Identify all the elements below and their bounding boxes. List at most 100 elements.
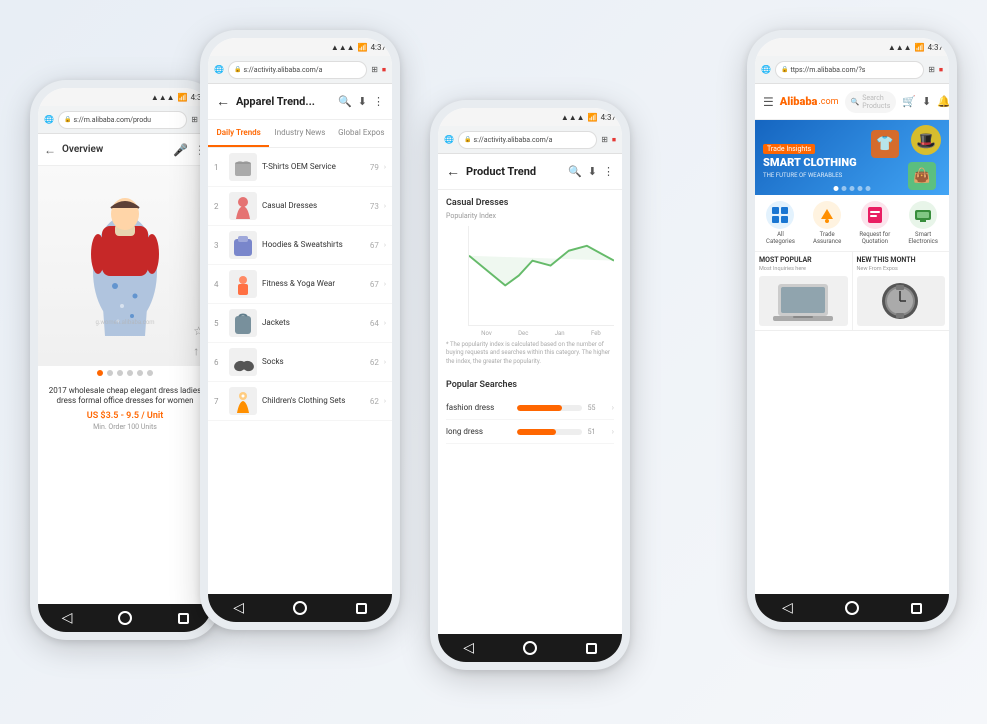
back-icon-1[interactable]: ← — [44, 143, 56, 157]
tab-icon-1[interactable]: ⊞ — [191, 115, 198, 124]
arrow-7: › — [384, 397, 386, 405]
search-placeholder: Search Products — [862, 94, 890, 110]
globe-icon-1: 🌐 — [44, 115, 54, 124]
trend-img-3 — [229, 231, 257, 259]
popular-sub: Most Inquiries here — [759, 266, 848, 272]
bdot-2 — [842, 186, 847, 191]
trend-item-7[interactable]: 7 Children's Clothing Sets 62 › — [208, 382, 392, 421]
pop-col-new: NEW THIS MONTH New From Expos — [853, 252, 950, 330]
url-field-1[interactable]: 🔒 s://m.alibaba.com/produ — [58, 111, 187, 129]
back-icon-3[interactable]: ← — [446, 163, 460, 180]
nav-recent-3[interactable] — [583, 640, 599, 656]
ali-search-bar[interactable]: 🔍 Search Products — [845, 91, 897, 113]
back-icon-2[interactable]: ← — [216, 93, 230, 110]
phone-product-detail: ▲▲▲ 📶 4:37 🌐 🔒 s://m.alibaba.com/produ ⊞… — [30, 80, 220, 640]
download-icon-2[interactable]: ⬇ — [358, 95, 367, 108]
nav-back-2[interactable]: ◁ — [231, 600, 247, 616]
cat-electronics[interactable]: SmartElectronics — [908, 201, 938, 245]
more-icon-3[interactable]: ⋮ — [603, 165, 614, 178]
mic-icon[interactable]: 🎤 — [173, 143, 188, 157]
bdot-1 — [834, 186, 839, 191]
tab-icon-4[interactable]: ⊞ — [928, 65, 935, 74]
arrow-1: › — [384, 163, 386, 171]
arrow-4: › — [384, 280, 386, 288]
nav-recent-4[interactable] — [909, 600, 925, 616]
nav-home-4[interactable] — [844, 600, 860, 616]
nav-recent-1[interactable] — [175, 610, 191, 626]
product-title: 2017 wholesale cheap elegant dress ladie… — [46, 386, 204, 407]
trend-item-3[interactable]: 3 Hoodies & Sweatshirts 67 › — [208, 226, 392, 265]
chevron-2: › — [612, 427, 614, 436]
secure-icon-1: 🔒 — [64, 116, 71, 123]
banner-tag: Trade Insights — [763, 144, 815, 154]
nav-home-1[interactable] — [117, 610, 133, 626]
signal-icon-2: ▲▲▲ — [331, 43, 355, 52]
trend-chart-svg — [469, 226, 614, 325]
chevron-1: › — [612, 403, 614, 412]
bell-icon-4[interactable]: 🔔 — [937, 95, 949, 108]
tab-global-expos[interactable]: Global Expos — [331, 120, 392, 147]
trend-item-2[interactable]: 2 Casual Dresses 73 › — [208, 187, 392, 226]
secure-icon-4: 🔒 — [781, 66, 788, 73]
wifi-icon-2: 📶 — [358, 43, 368, 52]
wifi-icon-4: 📶 — [915, 43, 925, 52]
cat-rfq[interactable]: Request forQuotation — [859, 201, 890, 245]
url-field-2[interactable]: 🔒 s://activity.alibaba.com/a — [228, 61, 367, 79]
arrow-5: › — [384, 319, 386, 327]
search-icon-2[interactable]: 🔍 — [338, 95, 352, 108]
download-icon-4[interactable]: ⬇ — [922, 95, 931, 108]
trend-item-5[interactable]: 5 Jackets 64 › — [208, 304, 392, 343]
cat-trade[interactable]: TradeAssurance — [813, 201, 841, 245]
url-bar-1[interactable]: 🌐 🔒 s://m.alibaba.com/produ ⊞ ⏹ — [38, 106, 212, 134]
secure-icon-2: 🔒 — [234, 66, 241, 73]
android-nav-3: ◁ — [438, 634, 622, 662]
cat-all[interactable]: AllCategories — [766, 201, 795, 245]
nav-back-4[interactable]: ◁ — [779, 600, 795, 616]
nav-recent-2[interactable] — [353, 600, 369, 616]
product-moq: Min. Order 100 Units — [46, 423, 204, 431]
stop-icon-2[interactable]: ⏹ — [382, 65, 386, 75]
tab-icon-3[interactable]: ⊞ — [601, 135, 608, 144]
url-field-4[interactable]: 🔒 ttps://m.alibaba.com/?s — [775, 61, 924, 79]
download-icon-3[interactable]: ⬇ — [588, 165, 597, 178]
menu-icon-4[interactable]: ☰ — [763, 95, 774, 109]
url-field-3[interactable]: 🔒 s://activity.alibaba.com/a — [458, 131, 597, 149]
trend-img-7 — [229, 387, 257, 415]
bdot-5 — [866, 186, 871, 191]
nav-back-1[interactable]: ◁ — [59, 610, 75, 626]
nav-back-3[interactable]: ◁ — [461, 640, 477, 656]
url-bar-2[interactable]: 🌐 🔒 s://activity.alibaba.com/a ⊞ ⏹ — [208, 56, 392, 84]
pop-product-laptop[interactable] — [759, 276, 848, 326]
nav-home-2[interactable] — [292, 600, 308, 616]
chart-area: Casual Dresses Popularity Index 73 70 69 — [438, 190, 622, 374]
more-icon-2[interactable]: ⋮ — [373, 95, 384, 108]
bdot-4 — [858, 186, 863, 191]
stop-icon-4[interactable]: ⏹ — [939, 65, 943, 75]
status-bar-3: ▲▲▲ 📶 4:37 — [438, 108, 622, 126]
banner-area: Trade Insights SMART CLOTHING THE FUTURE… — [755, 120, 949, 195]
url-text-1: s://m.alibaba.com/produ — [73, 116, 151, 124]
url-bar-4[interactable]: 🌐 🔒 ttps://m.alibaba.com/?s ⊞ ⏹ — [755, 56, 949, 84]
chart-note: * The popularity index is calculated bas… — [446, 341, 614, 366]
status-bar-2: ▲▲▲ 📶 4:37 — [208, 38, 392, 56]
search-icon-3[interactable]: 🔍 — [568, 165, 582, 178]
trend-img-2 — [229, 192, 257, 220]
chart-wrap: 73 70 69 Nov Dec Jan Feb — [446, 226, 614, 337]
stop-icon-3[interactable]: ⏹ — [612, 135, 616, 145]
status-bar-1: ▲▲▲ 📶 4:37 — [38, 88, 212, 106]
android-nav-4: ◁ — [755, 594, 949, 622]
url-bar-3[interactable]: 🌐 🔒 s://activity.alibaba.com/a ⊞ ⏹ — [438, 126, 622, 154]
nav-home-3[interactable] — [522, 640, 538, 656]
banner-text-area: Trade Insights SMART CLOTHING THE FUTURE… — [763, 136, 871, 178]
pop-product-watch[interactable] — [857, 276, 946, 326]
trend-item-6[interactable]: 6 Socks 62 › — [208, 343, 392, 382]
tab-daily-trends[interactable]: Daily Trends — [208, 120, 269, 147]
trend-item-4[interactable]: 4 Fitness & Yoga Wear 67 › — [208, 265, 392, 304]
search-item-2[interactable]: long dress 51 › — [446, 420, 614, 444]
popular-section: Popular Searches fashion dress 55 › long… — [438, 374, 622, 450]
tab-icon-2[interactable]: ⊞ — [371, 65, 378, 74]
trend-item-1[interactable]: 1 T-Shirts OEM Service 79 › — [208, 148, 392, 187]
cart-icon-4[interactable]: 🛒 — [902, 95, 916, 108]
tab-industry-news[interactable]: Industry News — [269, 120, 330, 147]
search-item-1[interactable]: fashion dress 55 › — [446, 396, 614, 420]
